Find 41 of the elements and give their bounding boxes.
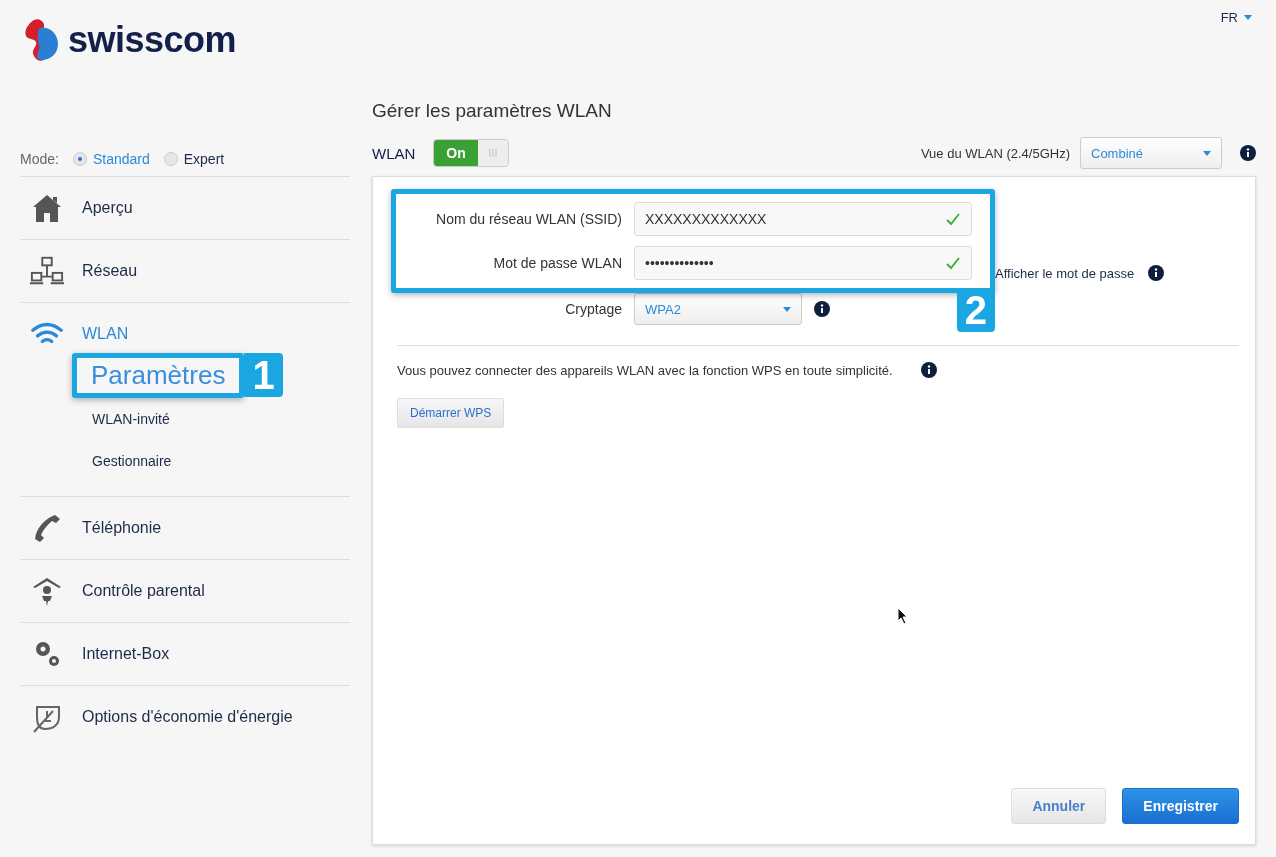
language-dropdown[interactable]: FR — [1216, 8, 1256, 27]
cancel-button[interactable]: Annuler — [1011, 788, 1107, 824]
radio-label[interactable]: Expert — [183, 151, 225, 167]
view-dropdown[interactable]: Combiné — [1080, 137, 1222, 169]
info-icon[interactable] — [920, 362, 937, 378]
radio-button[interactable] — [72, 152, 87, 166]
grip-icon — [487, 148, 498, 158]
mouse-cursor-icon — [897, 607, 909, 625]
radio-button[interactable] — [163, 152, 178, 166]
wlan-label: WLAN — [372, 144, 416, 162]
info-icon[interactable] — [814, 301, 830, 317]
nav-item[interactable]: Options d'économie d'énergie — [82, 708, 293, 726]
caret-icon — [1203, 150, 1211, 156]
sub-nav-item[interactable]: Gestionnaire — [92, 453, 172, 469]
save-button[interactable]: Enregistrer — [1122, 788, 1239, 824]
mode-label: Mode: — [20, 151, 59, 167]
nav-item[interactable]: Contrôle parental — [82, 582, 205, 600]
network-icon — [30, 255, 64, 287]
field-label: Cryptage — [564, 301, 622, 317]
nav-item[interactable]: Réseau — [82, 262, 138, 280]
wps-description: Vous pouvez connecter des appareils WLAN avec la fonction WPS en toute simplicité. — [397, 362, 893, 378]
sub-nav-item[interactable]: WLAN-invité — [92, 411, 170, 427]
field-label: Mot de passe WLAN — [492, 255, 622, 271]
show-password-label[interactable]: Afficher le mot de passe — [995, 265, 1135, 281]
text-field[interactable]: XXXXXXXXXXXXX — [634, 202, 972, 236]
callout-number: 1 — [244, 353, 283, 397]
page-title: Gérer les paramètres WLAN — [372, 100, 613, 122]
radio-label[interactable]: Standard — [92, 151, 150, 167]
nav-item[interactable]: Aperçu — [82, 199, 133, 217]
start-wps-button[interactable]: Démarrer WPS — [397, 398, 505, 428]
field-label: Nom du réseau WLAN (SSID) — [435, 211, 622, 227]
logo-wordmark: swisscom — [68, 19, 237, 61]
view-label: Vue du WLAN (2.4/5GHz) — [920, 145, 1070, 161]
callout-number: 2 — [956, 288, 995, 332]
caret-icon — [1244, 15, 1252, 20]
info-icon[interactable] — [1148, 265, 1165, 281]
nav-item[interactable]: Internet-Box — [82, 645, 170, 663]
text-field[interactable]: •••••••••••••• — [634, 246, 972, 280]
nav-item[interactable]: Téléphonie — [82, 519, 162, 537]
info-icon[interactable] — [1240, 145, 1256, 161]
caret-icon — [783, 306, 791, 312]
